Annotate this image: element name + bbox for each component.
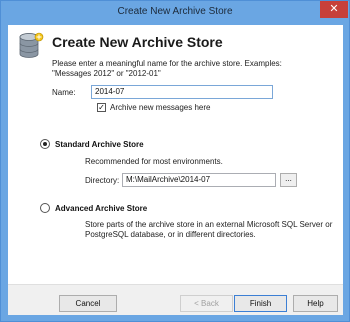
advanced-archive-description-line1: Store parts of the archive store in an e…: [85, 220, 333, 229]
intro-text: Please enter a meaningful name for the a…: [52, 59, 282, 78]
finish-button[interactable]: Finish: [234, 295, 287, 312]
standard-archive-radio[interactable]: [40, 139, 50, 149]
advanced-archive-description-line2: PostgreSQL database, or in different dir…: [85, 230, 256, 239]
window-title: Create New Archive Store: [117, 6, 233, 17]
page-title: Create New Archive Store: [52, 34, 223, 50]
help-button[interactable]: Help: [293, 295, 338, 312]
advanced-archive-radio[interactable]: [40, 203, 50, 213]
browse-button[interactable]: ...: [280, 173, 297, 187]
dialog-window: Create New Archive Store ✕ Create New Ar…: [0, 0, 350, 322]
dialog-content: Create New Archive Store Please enter a …: [8, 25, 343, 315]
cancel-button[interactable]: Cancel: [59, 295, 117, 312]
close-button[interactable]: ✕: [320, 1, 348, 18]
title-bar[interactable]: Create New Archive Store ✕: [1, 1, 349, 25]
name-input[interactable]: 2014-07: [91, 85, 273, 99]
radio-selected-dot: [43, 142, 47, 146]
directory-input[interactable]: M:\MailArchive\2014-07: [122, 173, 276, 187]
back-button[interactable]: < Back: [180, 295, 233, 312]
name-label: Name:: [52, 88, 76, 97]
archive-new-messages-label[interactable]: Archive new messages here: [110, 103, 211, 112]
directory-label: Directory:: [85, 176, 120, 185]
standard-archive-description: Recommended for most environments.: [85, 157, 223, 166]
database-icon: [19, 32, 44, 58]
standard-archive-label[interactable]: Standard Archive Store: [55, 140, 144, 149]
advanced-archive-label[interactable]: Advanced Archive Store: [55, 204, 147, 213]
archive-new-messages-checkbox[interactable]: ✓: [97, 103, 106, 112]
